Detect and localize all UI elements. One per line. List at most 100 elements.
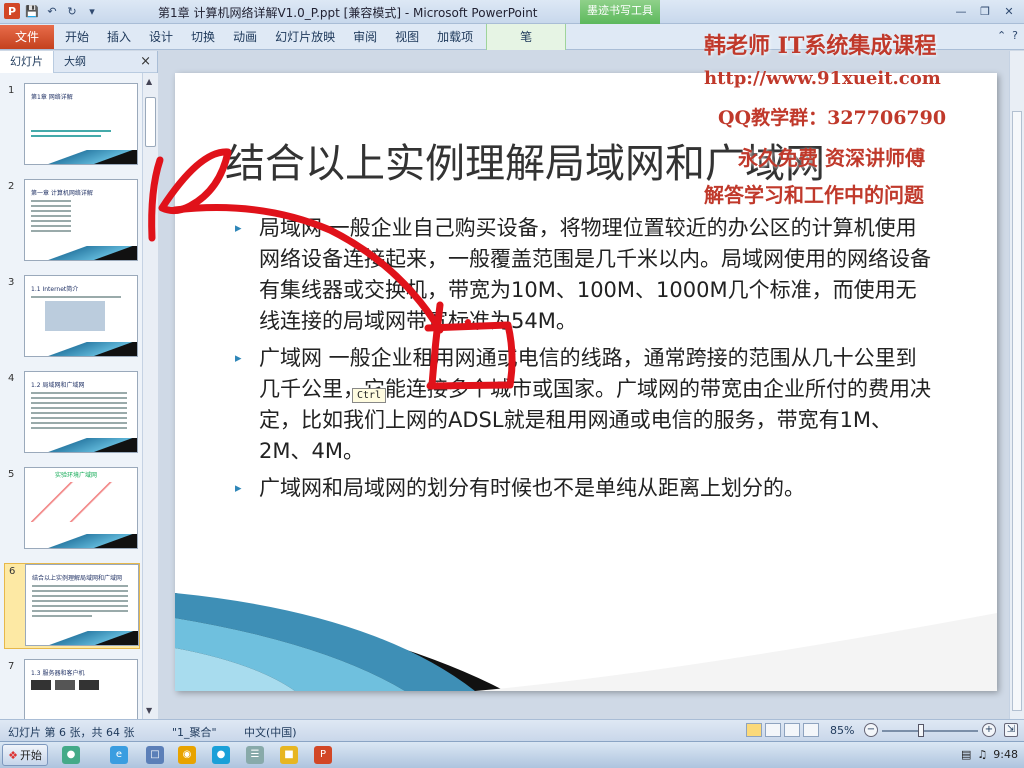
tab-view[interactable]: 视图 <box>386 24 428 50</box>
title-bar: P 💾 ↶ ↻ ▾ 第1章 计算机网络详解V1.0_P.ppt [兼容模式] -… <box>0 0 1024 24</box>
slides-pane: 幻灯片 大纲 × 1 第1章 网络详解 2 第一章 计算机网络详解 3 1.1 … <box>0 50 158 719</box>
bullet-arrow-icon: ▸ <box>235 351 242 366</box>
thumbnail-title: 第1章 网络详解 <box>31 94 73 101</box>
chrome-icon[interactable]: ◉ <box>178 746 196 764</box>
clock[interactable]: 9:48 <box>993 748 1018 761</box>
scrollbar-thumb[interactable] <box>1012 111 1022 711</box>
ink-tools-header: 墨迹书写工具 <box>580 0 660 24</box>
thumbnail-list: 1 第1章 网络详解 2 第一章 计算机网络详解 3 1.1 Internet简… <box>0 73 142 719</box>
zoom-slider-knob[interactable] <box>918 724 924 737</box>
system-tray: ▤ ♫ 9:48 <box>961 748 1018 761</box>
thumbnail-title: 实验环境广域网 <box>55 472 98 479</box>
bullet-text: 局域网 一般企业自己购买设备，将物理位置较近的办公区的计算机使用网络设备连接起来… <box>259 216 931 333</box>
bullet-list[interactable]: ▸ 局域网 一般企业自己购买设备，将物理位置较近的办公区的计算机使用网络设备连接起… <box>235 213 935 510</box>
reading-view-icon[interactable] <box>784 723 800 737</box>
quick-access-toolbar: P 💾 ↶ ↻ ▾ <box>4 3 100 19</box>
help-icon[interactable]: ? <box>1012 29 1018 42</box>
slide-thumbnail[interactable]: 7 1.3 服务器和客户机 <box>4 659 140 719</box>
status-bar: 幻灯片 第 6 张，共 64 张 "1_聚合" 中文(中国) 85% − + ⇲ <box>0 719 1024 741</box>
slideshow-view-icon[interactable] <box>803 723 819 737</box>
close-icon[interactable]: × <box>140 54 151 69</box>
windows-logo-icon: ❖ <box>8 748 18 762</box>
bullet-arrow-icon: ▸ <box>235 481 242 496</box>
tab-pen[interactable]: 笔 <box>486 24 567 50</box>
zoom-out-icon[interactable]: − <box>864 723 878 737</box>
tab-transitions[interactable]: 切换 <box>182 24 224 50</box>
tab-review[interactable]: 审阅 <box>344 24 386 50</box>
watermark-line: QQ教学群：327706790 <box>718 107 947 129</box>
thumbnail-title: 1.3 服务器和客户机 <box>31 670 85 677</box>
zoom-in-icon[interactable]: + <box>982 723 996 737</box>
slide-count-status: 幻灯片 第 6 张，共 64 张 <box>8 726 135 739</box>
folder-icon[interactable]: ■ <box>280 746 298 764</box>
window-title: 第1章 计算机网络详解V1.0_P.ppt [兼容模式] - Microsoft… <box>158 6 538 20</box>
tab-slideshow[interactable]: 幻灯片放映 <box>266 24 344 50</box>
thumbnail-title: 第一章 计算机网络详解 <box>31 190 93 197</box>
volume-icon[interactable]: ♫ <box>977 748 987 761</box>
slide-number: 2 <box>8 181 15 192</box>
slide-number: 3 <box>8 277 15 288</box>
slide-number: 6 <box>9 566 16 577</box>
undo-icon[interactable]: ↶ <box>44 3 60 19</box>
slide-thumbnail[interactable]: 5 实验环境广域网 <box>4 467 140 553</box>
save-icon[interactable]: 💾 <box>24 3 40 19</box>
powerpoint-taskbar-icon[interactable]: P <box>314 746 332 764</box>
app-launcher-icon[interactable]: ● <box>62 746 80 764</box>
start-button[interactable]: ❖ 开始 <box>2 744 48 766</box>
tab-outline[interactable]: 大纲 <box>54 51 96 73</box>
qq-icon[interactable]: ● <box>212 746 230 764</box>
tab-addins[interactable]: 加载项 <box>428 24 482 50</box>
bullet-item: ▸ 广域网和局域网的划分有时候也不是单纯从距离上划分的。 <box>235 473 935 504</box>
zoom-level[interactable]: 85% <box>830 724 854 737</box>
tab-animations[interactable]: 动画 <box>224 24 266 50</box>
bullet-item: ▸ 局域网 一般企业自己购买设备，将物理位置较近的办公区的计算机使用网络设备连接起… <box>235 213 935 337</box>
customize-qat-icon[interactable]: ▾ <box>84 3 100 19</box>
scroll-up-icon[interactable]: ▲ <box>146 77 152 86</box>
slide-thumbnail[interactable]: 4 1.2 局域网和广域网 <box>4 371 140 457</box>
view-buttons <box>746 723 819 737</box>
slide-thumbnail[interactable]: 2 第一章 计算机网络详解 <box>4 179 140 265</box>
tab-insert[interactable]: 插入 <box>98 24 140 50</box>
bullet-arrow-icon: ▸ <box>235 221 242 236</box>
slide-number: 7 <box>8 661 15 672</box>
redo-icon[interactable]: ↻ <box>64 3 80 19</box>
slide-sorter-icon[interactable] <box>765 723 781 737</box>
slide-thumbnail[interactable]: 1 第1章 网络详解 <box>4 83 140 169</box>
tab-design[interactable]: 设计 <box>140 24 182 50</box>
powerpoint-app-icon[interactable]: P <box>4 3 20 19</box>
ctrl-tooltip: Ctrl <box>352 388 387 403</box>
bullet-text: 广域网和局域网的划分有时候也不是单纯从距离上划分的。 <box>259 476 805 500</box>
network-icon[interactable]: ▤ <box>961 748 971 761</box>
thumbnail-scrollbar[interactable]: ▲ ▼ <box>142 73 158 719</box>
file-tab[interactable]: 文件 <box>0 25 54 49</box>
normal-view-icon[interactable] <box>746 723 762 737</box>
scrollbar-thumb[interactable] <box>145 97 156 147</box>
window-controls: — ❐ ✕ <box>950 2 1020 20</box>
zoom-slider[interactable] <box>882 730 978 732</box>
ie-browser-icon[interactable]: e <box>110 746 128 764</box>
theme-status[interactable]: "1_聚合" <box>172 724 217 740</box>
slide-number: 4 <box>8 373 15 384</box>
start-label: 开始 <box>19 749 42 762</box>
restore-icon[interactable]: ❐ <box>974 2 996 20</box>
slide-number: 1 <box>8 85 15 96</box>
bullet-text: 广域网 一般企业租用网通或电信的线路，通常跨接的范围从几十公里到几千公里，它能连… <box>259 346 931 463</box>
tab-slides[interactable]: 幻灯片 <box>0 50 54 73</box>
watermark-line: 韩老师 IT系统集成课程 <box>704 33 937 59</box>
notepad-icon[interactable]: ☰ <box>246 746 264 764</box>
windows-taskbar: ❖ 开始 ● e □ ◉ ● ☰ ■ P ▤ ♫ 9:48 <box>0 741 1024 768</box>
watermark-line: 永久免费 资深讲师傅 <box>738 146 925 170</box>
language-status[interactable]: 中文(中国) <box>244 724 297 740</box>
thumbnail-title: 1.2 局域网和广域网 <box>31 382 85 389</box>
slide-thumbnail[interactable]: 3 1.1 Internet简介 <box>4 275 140 361</box>
slide-scrollbar[interactable] <box>1009 51 1024 719</box>
minimize-icon[interactable]: — <box>950 2 972 20</box>
window-switch-icon[interactable]: □ <box>146 746 164 764</box>
close-icon[interactable]: ✕ <box>998 2 1020 20</box>
bullet-item: ▸ 广域网 一般企业租用网通或电信的线路，通常跨接的范围从几十公里到几千公里，它能… <box>235 343 935 467</box>
fit-to-window-icon[interactable]: ⇲ <box>1004 723 1018 737</box>
scroll-down-icon[interactable]: ▼ <box>146 706 152 715</box>
tab-home[interactable]: 开始 <box>56 24 98 50</box>
slide-thumbnail-selected[interactable]: 6 结合以上实例理解局域网和广域网 <box>4 563 140 649</box>
thumbnail-title: 结合以上实例理解局域网和广域网 <box>32 575 123 582</box>
